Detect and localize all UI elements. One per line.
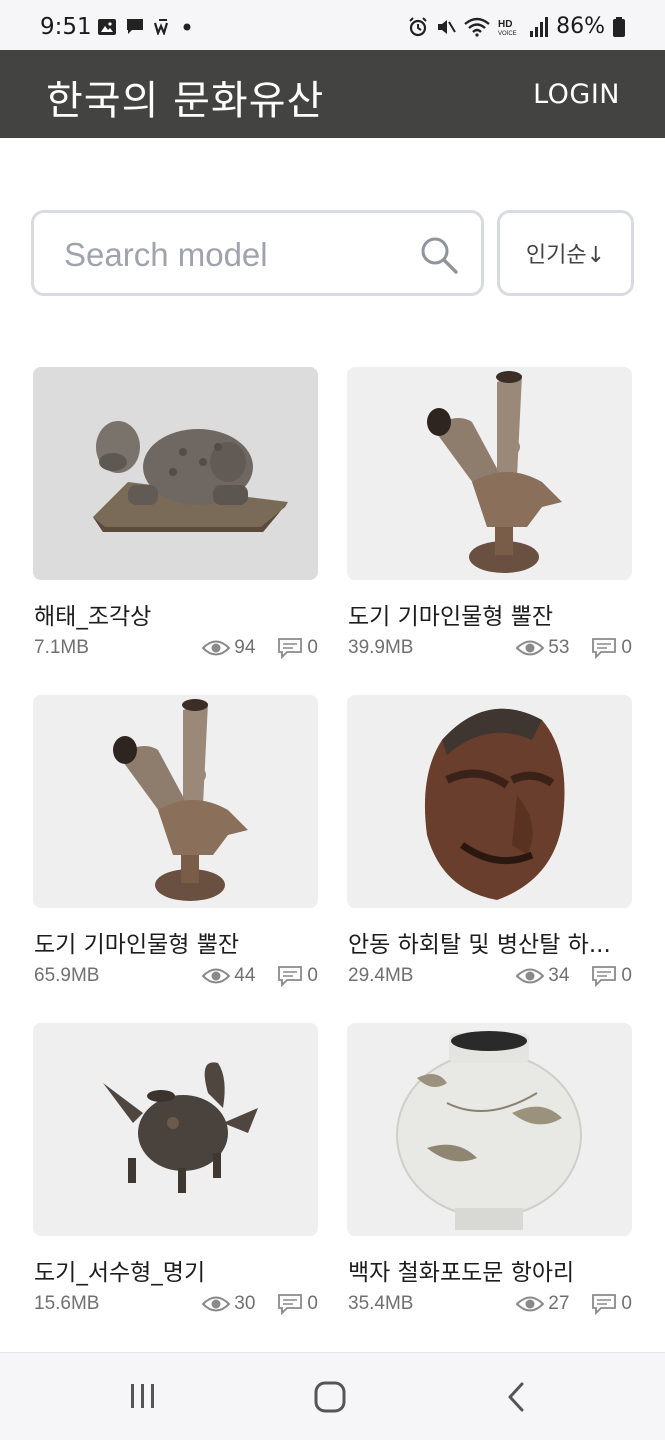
model-meta: 29.4MB 34 0: [347, 965, 632, 991]
comment-count: 0: [307, 1293, 318, 1314]
model-title[interactable]: 안동 하회탈 및 병산탈 하...: [348, 925, 611, 959]
view-count: 30: [234, 1293, 256, 1314]
model-thumbnail-hahoe-mask[interactable]: [347, 695, 632, 908]
model-card[interactable]: 도기_서수형_명기 15.6MB 30 0: [33, 1023, 318, 1323]
view-count: 53: [548, 637, 570, 658]
comment-count: 0: [621, 637, 632, 658]
comment-icon: [278, 638, 303, 659]
svg-text:VOICE: VOICE: [498, 31, 517, 37]
model-title[interactable]: 백자 철화포도문 항아리: [348, 1253, 574, 1287]
model-card[interactable]: 해태_조각상 7.1MB 94 0: [33, 367, 318, 667]
wifi-icon: [464, 17, 490, 37]
model-thumbnail-horn-cup[interactable]: [347, 367, 632, 580]
hd-voice-icon: HDVOICE: [498, 19, 517, 37]
comment-icon: [592, 1294, 617, 1315]
eye-icon: [202, 640, 231, 656]
app-title: 한국의 문화유산: [46, 78, 325, 124]
model-thumbnail-haetae[interactable]: [33, 367, 318, 580]
status-left-icons: [98, 18, 192, 35]
model-title[interactable]: 해태_조각상: [34, 597, 151, 631]
recent-apps-icon[interactable]: [128, 1381, 158, 1411]
dot-icon: [183, 23, 191, 30]
eye-icon: [516, 640, 545, 656]
message-icon: [127, 19, 143, 34]
signal-icon: [530, 16, 549, 37]
status-right: HD VOICE 86%: [408, 14, 625, 39]
model-stats: 30 0: [202, 1293, 318, 1315]
model-thumbnail-beast-vessel[interactable]: [33, 1023, 318, 1236]
model-stats: 34 0: [516, 965, 632, 987]
view-count: 27: [548, 1293, 570, 1314]
model-stats: 44 0: [202, 965, 318, 987]
model-stats: 94 0: [202, 637, 318, 659]
battery-icon: [613, 16, 625, 37]
comment-count: 0: [307, 637, 318, 658]
app-bar: 한국의 문화유산 LOGIN: [0, 50, 665, 138]
model-title[interactable]: 도기_서수형_명기: [34, 1253, 205, 1287]
status-time: 9:51: [40, 14, 92, 40]
model-card[interactable]: 도기 기마인물형 뿔잔 65.9MB 44 0: [33, 695, 318, 995]
model-meta: 35.4MB 27 0: [347, 1293, 632, 1319]
comment-icon: [278, 1294, 303, 1315]
search-box: [31, 210, 484, 296]
system-nav-bar: [0, 1352, 665, 1440]
comment-icon: [592, 966, 617, 987]
model-card[interactable]: 백자 철화포도문 항아리 35.4MB 27 0: [347, 1023, 632, 1323]
model-size: 65.9MB: [34, 965, 100, 986]
search-icon[interactable]: [419, 235, 459, 275]
battery-percent: 86%: [556, 14, 605, 39]
model-size: 39.9MB: [348, 637, 414, 658]
home-icon[interactable]: [314, 1381, 346, 1413]
model-thumbnail-horn-cup[interactable]: [33, 695, 318, 908]
model-size: 7.1MB: [34, 637, 89, 658]
status-bar: 9:51 HD VOICE 86%: [0, 0, 665, 50]
comment-icon: [278, 966, 303, 987]
mute-icon: [438, 19, 456, 34]
w-app-icon: [154, 18, 169, 35]
model-size: 15.6MB: [34, 1293, 100, 1314]
image-icon: [98, 18, 116, 35]
model-meta: 7.1MB 94 0: [33, 637, 318, 663]
view-count: 34: [548, 965, 570, 986]
view-count: 44: [234, 965, 256, 986]
eye-icon: [516, 1296, 545, 1312]
comment-count: 0: [621, 1293, 632, 1314]
svg-text:HD: HD: [498, 19, 512, 30]
model-title[interactable]: 도기 기마인물형 뿔잔: [34, 925, 239, 959]
model-stats: 27 0: [516, 1293, 632, 1315]
eye-icon: [202, 968, 231, 984]
sort-button[interactable]: 인기순↓: [497, 210, 634, 296]
eye-icon: [202, 1296, 231, 1312]
eye-icon: [516, 968, 545, 984]
model-card[interactable]: 안동 하회탈 및 병산탈 하... 29.4MB 34 0: [347, 695, 632, 995]
model-card[interactable]: 도기 기마인물형 뿔잔 39.9MB 53 0: [347, 367, 632, 667]
model-meta: 15.6MB 30 0: [33, 1293, 318, 1319]
model-meta: 65.9MB 44 0: [33, 965, 318, 991]
model-meta: 39.9MB 53 0: [347, 637, 632, 663]
back-icon[interactable]: [504, 1381, 528, 1413]
model-size: 35.4MB: [348, 1293, 414, 1314]
view-count: 94: [234, 637, 256, 658]
model-title[interactable]: 도기 기마인물형 뿔잔: [348, 597, 553, 631]
model-thumbnail-porcelain-jar[interactable]: [347, 1023, 632, 1236]
model-size: 29.4MB: [348, 965, 414, 986]
alarm-icon: [409, 16, 427, 36]
comment-icon: [592, 638, 617, 659]
comment-count: 0: [307, 965, 318, 986]
login-button[interactable]: LOGIN: [533, 79, 620, 110]
comment-count: 0: [621, 965, 632, 986]
model-stats: 53 0: [516, 637, 632, 659]
search-input[interactable]: [64, 233, 414, 277]
